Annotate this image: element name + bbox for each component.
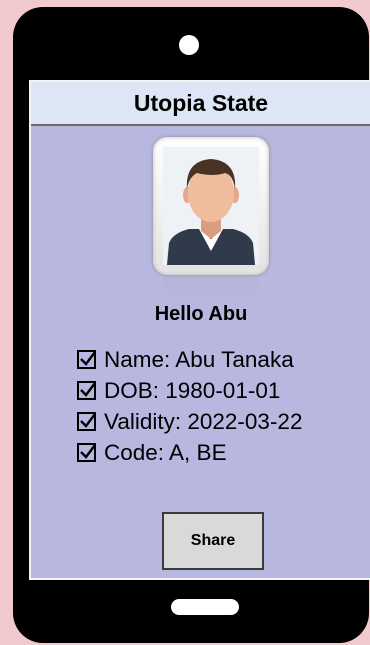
details-list: Name: Abu Tanaka DOB: 1980-01-01 Validit… <box>77 344 302 468</box>
share-button-label: Share <box>190 532 236 549</box>
detail-label: Name: Abu Tanaka <box>104 347 294 372</box>
photo-reflection <box>163 278 259 302</box>
detail-label: DOB: 1980-01-01 <box>104 378 281 403</box>
profile-photo <box>163 147 259 265</box>
phone-frame: Utopia State Hello Abu Name: Abu Tanaka … <box>13 7 370 643</box>
checkbox-checked-icon <box>77 381 96 400</box>
checkbox-checked-icon <box>77 443 96 462</box>
phone-screen: Utopia State Hello Abu Name: Abu Tanaka … <box>29 80 370 580</box>
app-title: Utopia State <box>133 89 269 116</box>
detail-dob: DOB: 1980-01-01 <box>77 375 302 406</box>
share-button[interactable]: Share <box>162 512 264 570</box>
camera-icon <box>179 35 199 55</box>
checkbox-checked-icon <box>77 412 96 431</box>
app-header: Utopia State <box>31 82 370 126</box>
home-button[interactable] <box>171 599 239 615</box>
greeting-text: Hello Abu <box>154 303 248 325</box>
person-avatar-icon <box>167 159 255 265</box>
checkbox-checked-icon <box>77 350 96 369</box>
detail-label: Code: A, BE <box>104 440 227 465</box>
detail-code: Code: A, BE <box>77 437 302 468</box>
detail-label: Validity: 2022-03-22 <box>104 409 303 434</box>
profile-photo-frame <box>153 137 269 275</box>
detail-name: Name: Abu Tanaka <box>77 344 302 375</box>
detail-validity: Validity: 2022-03-22 <box>77 406 302 437</box>
